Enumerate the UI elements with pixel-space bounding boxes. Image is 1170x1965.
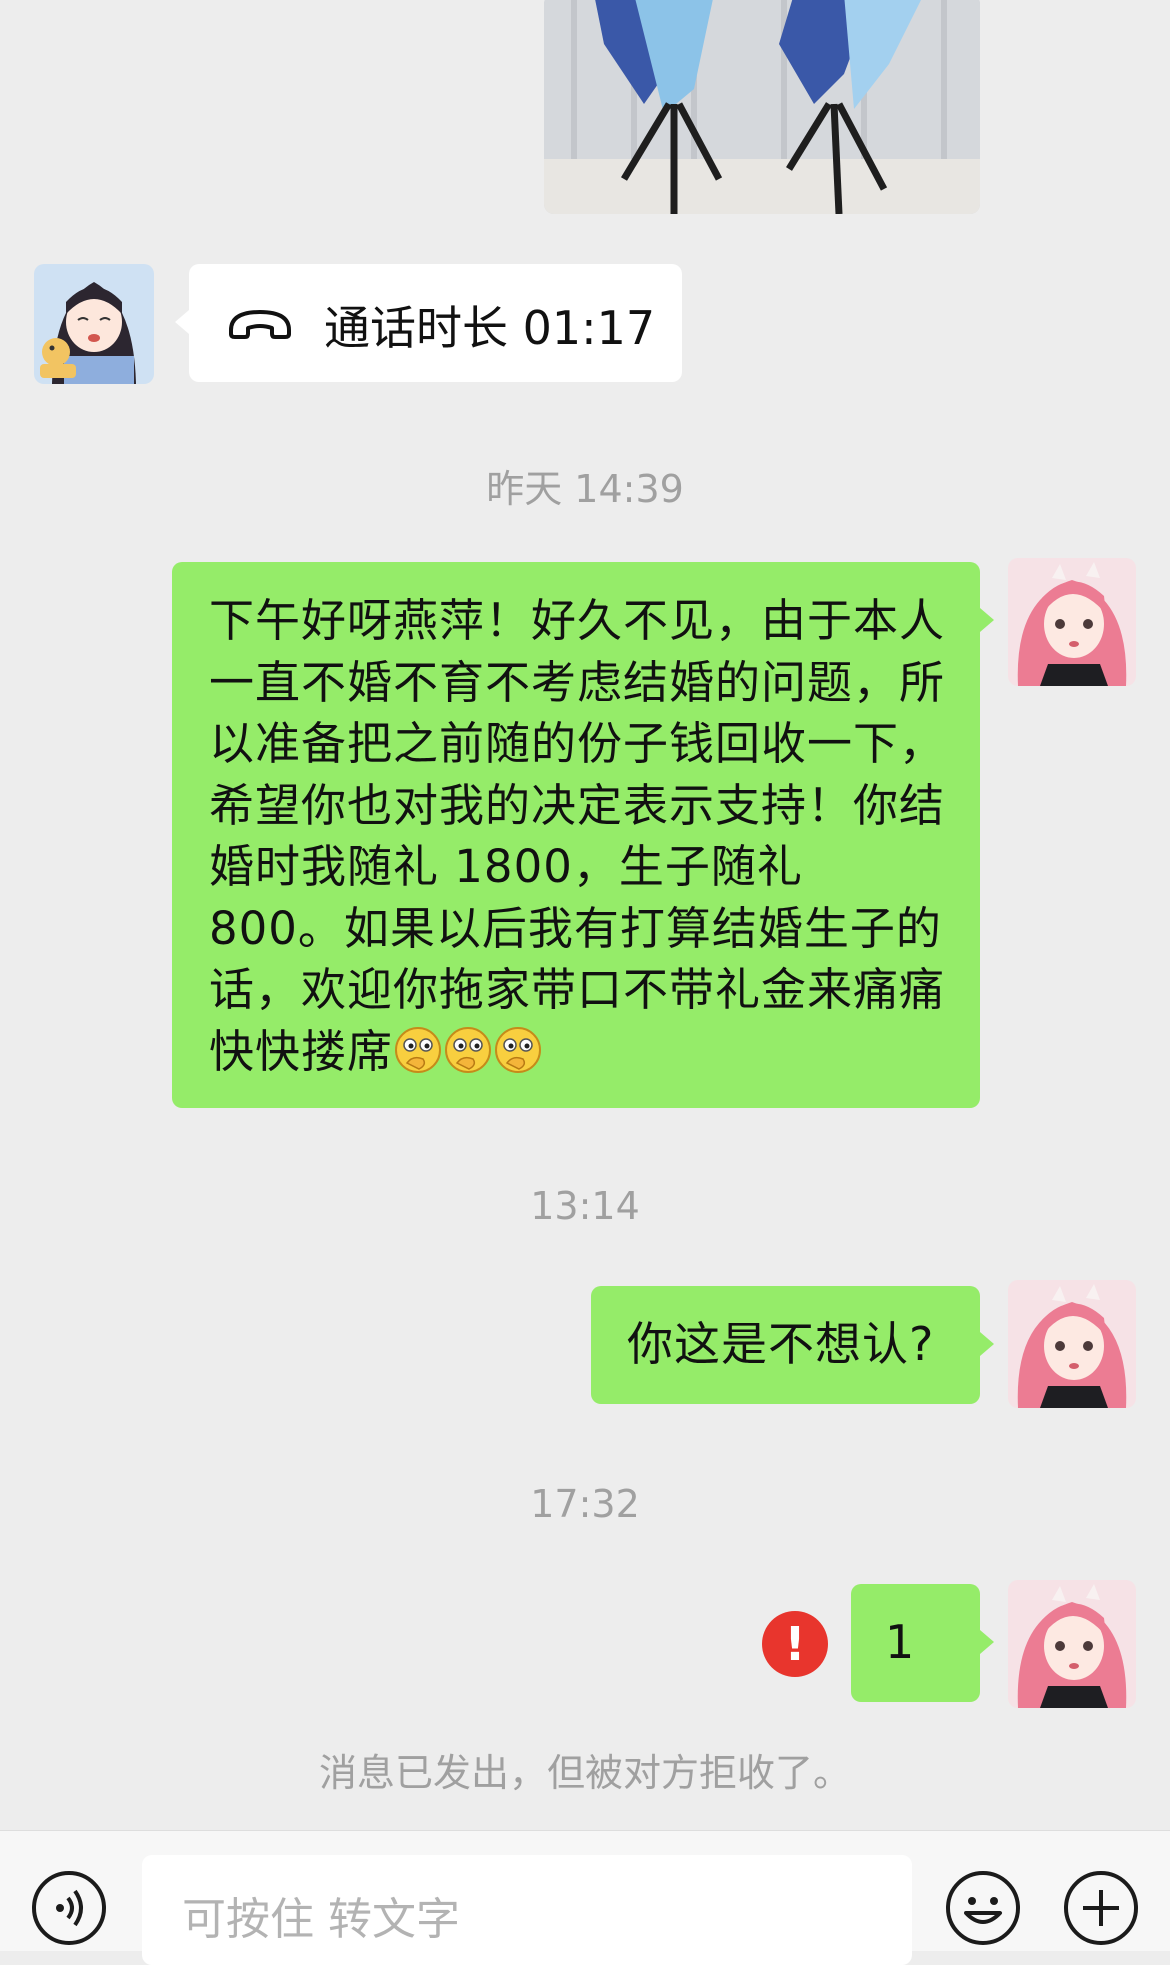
timestamp: 13:14 xyxy=(530,1184,640,1228)
input-bar: 可按住 转文字 xyxy=(0,1830,1170,1965)
pink-hair-girl-avatar xyxy=(1008,558,1136,686)
input-placeholder: 可按住 转文字 xyxy=(182,1894,460,1945)
my-avatar[interactable] xyxy=(1008,1580,1136,1708)
pink-hair-girl-avatar xyxy=(1008,1580,1136,1708)
chat-area[interactable]: 通话时长 01:17 昨天 14:39 下午好呀燕萍！好久不见，由于本人一直不婚… xyxy=(0,0,1170,1830)
emoji-icon xyxy=(964,1897,1002,1924)
voice-button[interactable] xyxy=(32,1871,106,1945)
message-input[interactable]: 可按住 转文字 xyxy=(142,1855,912,1965)
error-icon[interactable]: ! xyxy=(762,1611,828,1677)
girl-avatar-image xyxy=(34,264,154,384)
sent-message-bubble[interactable]: 1 xyxy=(851,1584,994,1702)
timestamp: 昨天 14:39 xyxy=(486,467,684,511)
sent-message-bubble[interactable]: 你这是不想认? xyxy=(591,1286,994,1404)
my-avatar[interactable] xyxy=(1008,558,1136,686)
emoji-button[interactable] xyxy=(946,1871,1020,1945)
add-button[interactable] xyxy=(1064,1871,1138,1945)
message-text: 下午好呀燕萍！好久不见，由于本人一直不婚不育不考虑结婚的问题，所以准备把之前随的… xyxy=(209,594,946,1078)
message-text: 你这是不想认? xyxy=(627,1317,935,1371)
my-avatar[interactable] xyxy=(1008,1280,1136,1408)
emoji-row xyxy=(393,1026,543,1073)
thinking-face-emoji xyxy=(495,1026,542,1073)
call-duration-label: 通话时长 01:17 xyxy=(324,301,656,355)
timestamp: 17:32 xyxy=(530,1482,640,1526)
thinking-face-emoji xyxy=(445,1026,492,1073)
rejected-notice: 消息已发出，但被对方拒收了。 xyxy=(318,1751,851,1795)
pink-hair-girl-avatar xyxy=(1008,1280,1136,1408)
sent-message-bubble[interactable]: 下午好呀燕萍！好久不见，由于本人一直不婚不育不考虑结婚的问题，所以准备把之前随的… xyxy=(172,562,994,1108)
phone-hangup-icon xyxy=(229,310,291,339)
call-record-bubble[interactable]: 通话时长 01:17 xyxy=(175,264,682,382)
thinking-face-emoji xyxy=(395,1026,442,1073)
voice-icon xyxy=(56,1889,83,1927)
contact-avatar[interactable] xyxy=(34,264,154,384)
image-message[interactable] xyxy=(544,0,980,214)
flower-bouquet-image xyxy=(544,0,980,214)
message-text: 1 xyxy=(885,1615,916,1669)
plus-icon xyxy=(1083,1890,1119,1926)
